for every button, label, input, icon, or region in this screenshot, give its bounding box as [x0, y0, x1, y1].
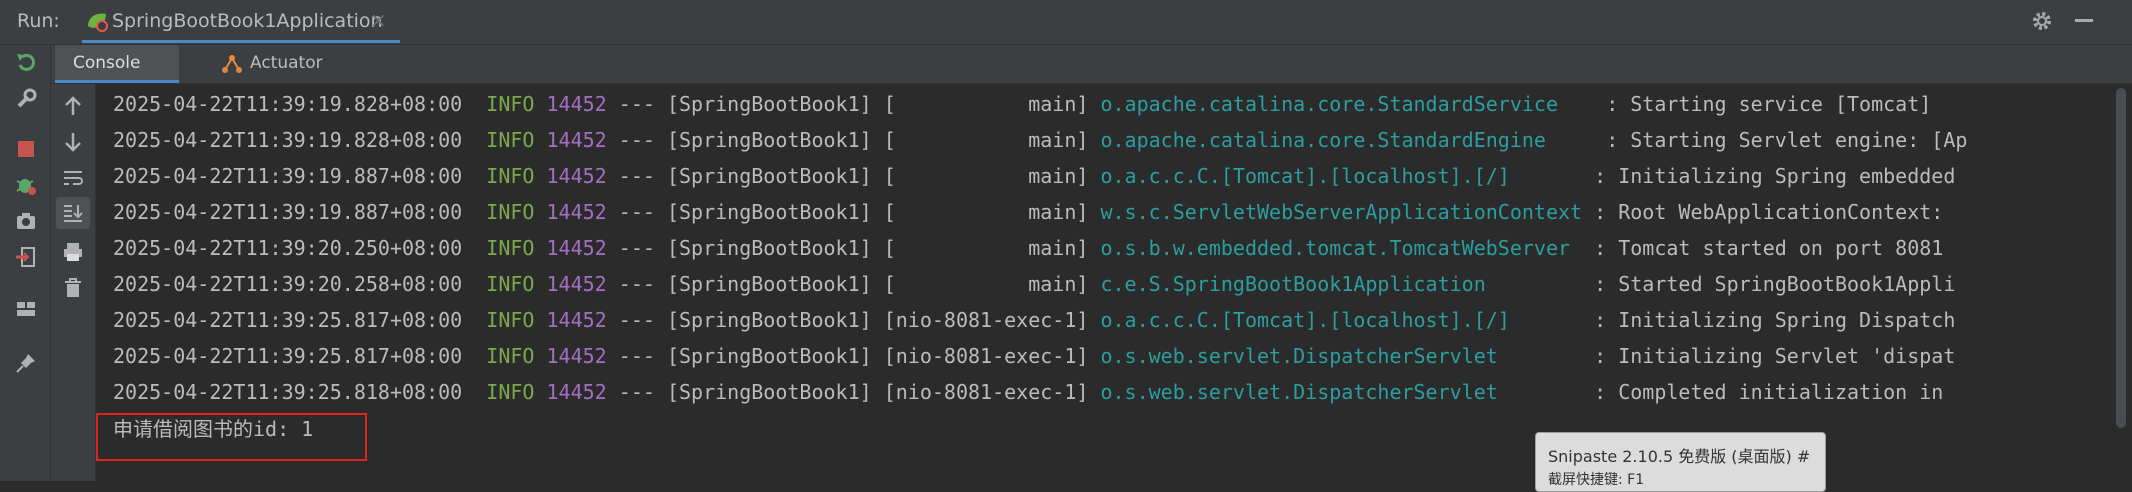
run-label: Run:: [17, 10, 60, 32]
camera-icon[interactable]: [14, 209, 38, 233]
layout-icon[interactable]: [14, 297, 38, 321]
log-line: 2025-04-22T11:39:25.817+08:00 INFO 14452…: [113, 308, 1956, 332]
stop-icon[interactable]: [14, 137, 38, 161]
rerun-icon[interactable]: [14, 51, 38, 75]
log-line: 2025-04-22T11:39:19.887+08:00 INFO 14452…: [113, 164, 1956, 188]
actuator-icon: [222, 55, 242, 73]
highlight-annotation-box: [96, 413, 367, 461]
scroll-to-end-toggle[interactable]: [56, 197, 90, 229]
tab-console-label: Console: [73, 53, 141, 73]
scrollbar-thumb[interactable]: [2116, 88, 2126, 428]
tab-console[interactable]: Console: [55, 45, 179, 83]
exit-icon[interactable]: [14, 245, 38, 269]
soft-wrap-icon[interactable]: [61, 166, 85, 190]
run-toolbar: Run: SpringBootBook1Application ×: [0, 0, 2132, 45]
arrow-up-icon[interactable]: [61, 94, 85, 118]
console-toolbar: [51, 84, 96, 481]
console-output[interactable]: 2025-04-22T11:39:19.828+08:00 INFO 14452…: [96, 84, 2112, 481]
debug-bug-icon[interactable]: [14, 173, 38, 197]
tab-actuator[interactable]: Actuator: [217, 45, 337, 83]
gear-icon[interactable]: [2030, 9, 2054, 33]
console-tabs: Console Actuator: [51, 45, 2132, 84]
scroll-to-end-icon: [64, 205, 83, 222]
log-line: 2025-04-22T11:39:25.817+08:00 INFO 14452…: [113, 344, 1956, 368]
log-line: 2025-04-22T11:39:19.828+08:00 INFO 14452…: [113, 128, 1968, 152]
snipaste-tooltip: Snipaste 2.10.5 免费版 (桌面版) # 截屏快捷键: F1: [1535, 432, 1826, 492]
print-icon[interactable]: [61, 240, 85, 264]
close-icon[interactable]: ×: [370, 8, 387, 32]
tooltip-line-1: Snipaste 2.10.5 免费版 (桌面版) #: [1548, 447, 1811, 466]
spring-boot-icon: [88, 13, 108, 32]
run-side-toolbar: [0, 45, 51, 481]
arrow-down-icon[interactable]: [61, 130, 85, 154]
log-line: 2025-04-22T11:39:20.250+08:00 INFO 14452…: [113, 236, 1944, 260]
run-config-tab[interactable]: SpringBootBook1Application ×: [82, 0, 400, 43]
trash-icon[interactable]: [61, 276, 85, 300]
minimize-icon[interactable]: [2075, 19, 2093, 22]
log-line: 2025-04-22T11:39:19.887+08:00 INFO 14452…: [113, 200, 1944, 224]
log-line: 2025-04-22T11:39:20.258+08:00 INFO 14452…: [113, 272, 1956, 296]
run-config-title: SpringBootBook1Application: [112, 10, 383, 32]
log-line: 2025-04-22T11:39:25.818+08:00 INFO 14452…: [113, 380, 1944, 404]
log-line: 2025-04-22T11:39:19.828+08:00 INFO 14452…: [113, 92, 1932, 116]
wrench-icon[interactable]: [14, 87, 38, 111]
tooltip-line-2: 截屏快捷键: F1: [1548, 472, 1645, 488]
tab-actuator-label: Actuator: [250, 53, 323, 73]
pin-icon[interactable]: [14, 351, 38, 375]
